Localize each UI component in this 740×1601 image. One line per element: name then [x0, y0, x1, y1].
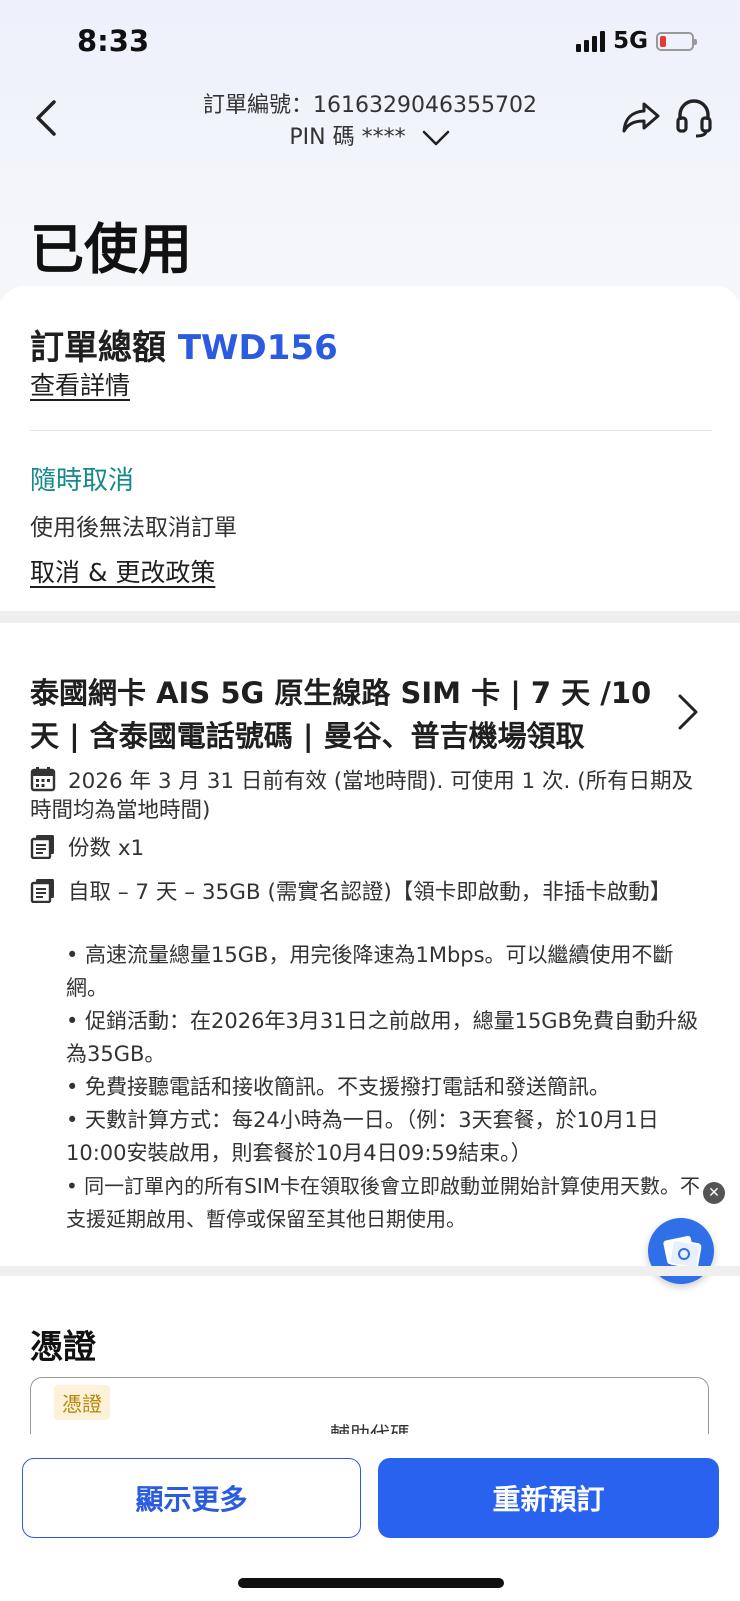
- rebook-button[interactable]: 重新預訂: [378, 1458, 719, 1538]
- validity-text: 2026 年 3 月 31 日前有效 (當地時間). 可使用 1 次. (所有日…: [30, 769, 694, 823]
- status-indicators: 5G: [576, 28, 697, 54]
- voucher-title: 憑證: [30, 1327, 96, 1366]
- network-type: 5G: [613, 28, 648, 54]
- voucher-badge: 憑證: [54, 1385, 110, 1420]
- list-item: • 天數計算方式：每24小時為一日。（例：3天套餐，於10月1日10:00安裝啟…: [66, 1108, 659, 1165]
- view-details-link[interactable]: 查看詳情: [30, 366, 130, 402]
- headset-icon[interactable]: [674, 96, 714, 140]
- order-status: 已使用: [30, 218, 192, 281]
- package-text: 自取 – 7 天 – 35GB (需實名認證)【領卡即啟動，非插卡啟動】: [68, 880, 672, 905]
- order-total-label: 訂單總額: [30, 328, 166, 368]
- order-total: 訂單總額 TWD156: [30, 320, 338, 369]
- calendar-icon: [30, 767, 56, 792]
- package-icon: [30, 835, 54, 859]
- product-title[interactable]: 泰國網卡 AIS 5G 原生線路 SIM 卡 | 7 天 /10 天 | 含泰國…: [30, 672, 670, 758]
- pin-label: PIN 碼 ****: [289, 125, 406, 150]
- cancellation-policy-link[interactable]: 取消 & 更改政策: [30, 553, 215, 589]
- cancellation-title: 隨時取消: [30, 466, 135, 496]
- divider: [30, 430, 712, 431]
- show-more-button[interactable]: 顯示更多: [22, 1458, 361, 1538]
- battery-icon: [656, 31, 697, 51]
- cancellation-note: 使用後無法取消訂單: [30, 515, 237, 541]
- share-icon[interactable]: [620, 98, 662, 136]
- list-item: • 高速流量總量15GB，用完後降速為1Mbps。可以繼續使用不斷網。: [66, 943, 674, 1000]
- signal-icon: [576, 30, 606, 52]
- section-separator: [0, 1266, 740, 1276]
- order-total-amount: TWD156: [177, 328, 338, 368]
- close-promo-icon[interactable]: ✕: [703, 1182, 725, 1204]
- list-item: • 同一訂單內的所有SIM卡在領取後會立即啟動並開始計算使用天數。不支援延期啟用…: [66, 1174, 701, 1231]
- section-separator: [0, 611, 740, 623]
- validity-row: 2026 年 3 月 31 日前有效 (當地時間). 可使用 1 次. (所有日…: [30, 766, 710, 825]
- home-indicator[interactable]: [238, 1578, 504, 1588]
- package-icon: [30, 879, 54, 903]
- chevron-down-icon: [422, 130, 449, 146]
- package-row: 自取 – 7 天 – 35GB (需實名認證)【領卡即啟動，非插卡啟動】: [30, 877, 710, 907]
- quantity-text: 份数 x1: [68, 836, 145, 861]
- chevron-right-icon[interactable]: [675, 692, 701, 732]
- package-details: • 高速流量總量15GB，用完後降速為1Mbps。可以繼續使用不斷網。 • 促銷…: [66, 939, 706, 1236]
- list-item: • 促銷活動：在2026年3月31日之前啟用，總量15GB免費自動升級為35GB…: [66, 1009, 698, 1066]
- status-time: 8:33: [77, 24, 150, 58]
- quantity-row: 份数 x1: [30, 833, 710, 863]
- list-item: • 免費接聽電話和接收簡訊。不支援撥打電話和發送簡訊。: [66, 1075, 611, 1099]
